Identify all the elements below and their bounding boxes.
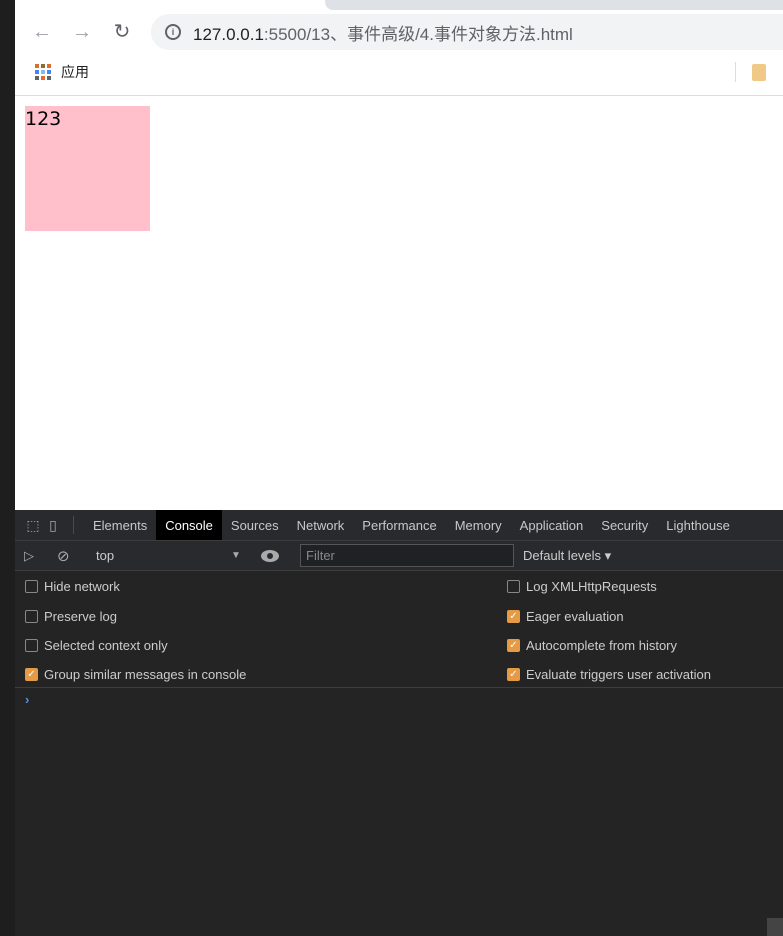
- option-label: Autocomplete from history: [526, 638, 678, 653]
- option-hide-network[interactable]: Hide network: [25, 579, 120, 594]
- option-autocomplete[interactable]: ✓ Autocomplete from history: [507, 638, 677, 653]
- info-icon[interactable]: i: [165, 24, 181, 40]
- option-eager-evaluation[interactable]: ✓ Eager evaluation: [507, 609, 624, 624]
- browser-chrome: ← → ↻ i 127.0.0.1:5500/13、事件高级/4.事件对象方法.…: [15, 0, 783, 96]
- tab-network[interactable]: Network: [288, 510, 354, 540]
- url-text: 127.0.0.1:5500/13、事件高级/4.事件对象方法.html: [193, 24, 573, 44]
- bookmark-apps[interactable]: 应用: [35, 62, 89, 82]
- option-label: Eager evaluation: [526, 609, 624, 624]
- scrollbar-corner: [767, 918, 783, 936]
- devtools-tabs: ⬚ ▯ Elements Console Sources Network Per…: [15, 510, 783, 541]
- left-edge-window: [0, 0, 15, 936]
- checkbox[interactable]: [507, 580, 520, 593]
- option-label: Evaluate triggers user activation: [526, 667, 711, 682]
- checkbox[interactable]: [25, 580, 38, 593]
- checkbox-checked[interactable]: ✓: [507, 668, 520, 681]
- tab-strip: [325, 0, 783, 10]
- clear-console-icon[interactable]: ⊘: [57, 547, 70, 565]
- default-levels-dropdown[interactable]: Default levels ▾: [523, 548, 611, 564]
- option-preserve-log[interactable]: Preserve log: [25, 609, 117, 624]
- divider: [73, 516, 74, 534]
- context-select[interactable]: top: [96, 548, 114, 563]
- checkbox-checked[interactable]: ✓: [507, 639, 520, 652]
- console-prompt[interactable]: ›: [15, 688, 783, 707]
- tab-sources[interactable]: Sources: [222, 510, 288, 540]
- checkbox[interactable]: [25, 610, 38, 623]
- sidebar-toggle-icon[interactable]: ▷: [24, 548, 34, 564]
- option-log-xhr[interactable]: Log XMLHttpRequests: [507, 579, 657, 594]
- forward-icon[interactable]: →: [70, 20, 94, 44]
- option-group-similar[interactable]: ✓ Group similar messages in console: [25, 667, 246, 682]
- eye-icon[interactable]: [261, 550, 279, 562]
- pink-box[interactable]: 123: [25, 106, 150, 231]
- tab-performance[interactable]: Performance: [353, 510, 445, 540]
- folder-icon[interactable]: [752, 64, 766, 81]
- back-icon[interactable]: ←: [30, 20, 54, 44]
- console-settings: Hide network Preserve log Selected conte…: [15, 571, 783, 688]
- devtools-panel: ⬚ ▯ Elements Console Sources Network Per…: [15, 510, 783, 936]
- device-toggle-icon[interactable]: ▯: [43, 510, 63, 540]
- option-label: Group similar messages in console: [44, 667, 247, 682]
- reload-icon[interactable]: ↻: [110, 20, 134, 44]
- checkbox[interactable]: [25, 639, 38, 652]
- box-text: 123: [25, 108, 62, 130]
- checkbox-checked[interactable]: ✓: [25, 668, 38, 681]
- tab-security[interactable]: Security: [592, 510, 657, 540]
- option-label: Log XMLHttpRequests: [526, 579, 657, 594]
- option-evaluate-triggers[interactable]: ✓ Evaluate triggers user activation: [507, 667, 711, 682]
- apps-icon: [35, 64, 51, 80]
- checkbox-checked[interactable]: ✓: [507, 610, 520, 623]
- console-toolbar: ▷ ⊘ top ▼ Default levels ▾: [15, 541, 783, 571]
- tab-application[interactable]: Application: [511, 510, 593, 540]
- address-bar[interactable]: i 127.0.0.1:5500/13、事件高级/4.事件对象方法.html: [151, 14, 783, 50]
- tab-lighthouse[interactable]: Lighthouse: [657, 510, 739, 540]
- context-dropdown-icon[interactable]: ▼: [231, 550, 241, 561]
- filter-input[interactable]: [300, 544, 514, 567]
- option-label: Selected context only: [44, 638, 168, 653]
- tab-memory[interactable]: Memory: [446, 510, 511, 540]
- option-label: Hide network: [44, 579, 120, 594]
- tab-elements[interactable]: Elements: [84, 510, 156, 540]
- inspect-icon[interactable]: ⬚: [23, 510, 43, 540]
- tab-console[interactable]: Console: [156, 510, 222, 540]
- option-label: Preserve log: [44, 609, 117, 624]
- bookmark-apps-label: 应用: [61, 64, 89, 80]
- option-selected-context[interactable]: Selected context only: [25, 638, 168, 653]
- bookmark-separator: [735, 62, 736, 82]
